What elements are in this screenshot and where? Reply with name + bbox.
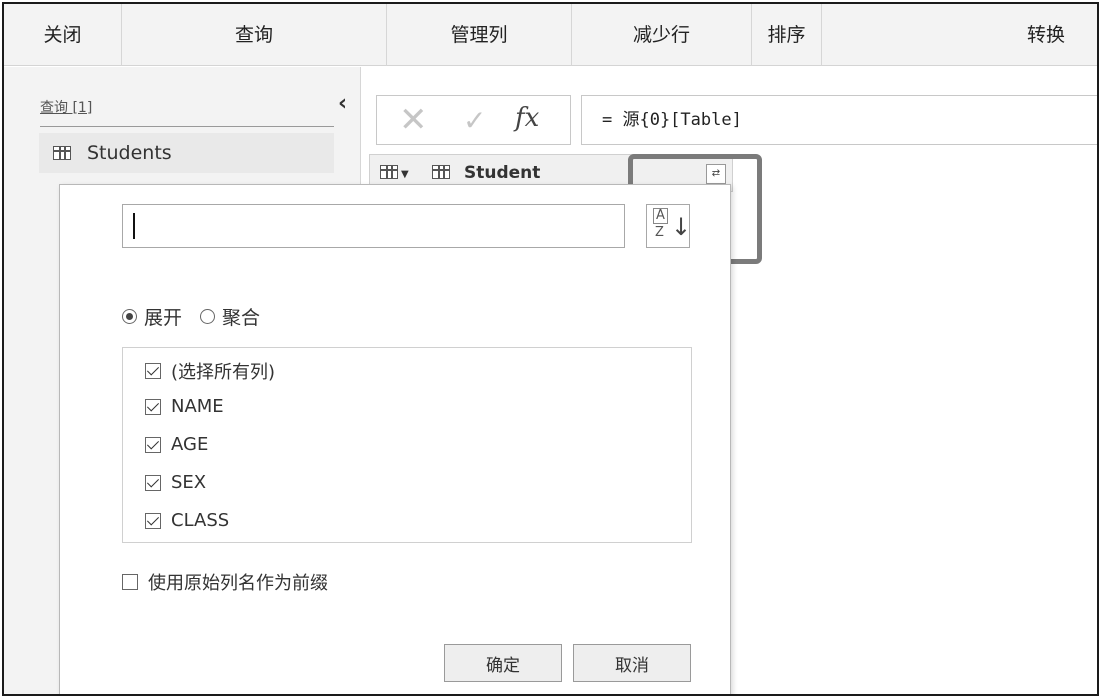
checkbox[interactable] xyxy=(145,436,161,453)
query-item-label: Students xyxy=(87,142,172,164)
checkbox[interactable] xyxy=(145,398,161,415)
checklist-item-age[interactable]: AGE xyxy=(145,434,208,455)
mode-radio-group: 展开 聚合 xyxy=(122,303,260,330)
radio-aggregate-label: 聚合 xyxy=(222,307,261,329)
power-query-editor-window: 关闭 查询 管理列 减少行 排序 转换 查询 [1] ‹ Students ✕ … xyxy=(2,2,1099,696)
ribbon: 关闭 查询 管理列 减少行 排序 转换 xyxy=(4,4,1097,66)
checklist-item-sex[interactable]: SEX xyxy=(145,472,206,493)
chevron-down-icon[interactable]: ▼ xyxy=(401,169,409,180)
checkbox[interactable] xyxy=(145,363,161,379)
checklist-item-select-all[interactable]: (选择所有列) xyxy=(145,358,275,384)
cancel-formula-icon[interactable]: ✕ xyxy=(399,100,428,140)
checklist-item-label: AGE xyxy=(171,434,209,455)
prefix-option[interactable]: 使用原始列名作为前缀 xyxy=(122,569,328,595)
commit-formula-icon[interactable]: ✓ xyxy=(463,104,486,137)
sort-az-button[interactable]: A Z ↓ xyxy=(646,204,692,248)
column-title: Student xyxy=(464,163,541,183)
ok-button[interactable]: 确定 xyxy=(444,644,562,682)
chevron-left-icon[interactable]: ‹ xyxy=(338,91,347,116)
column-search-input[interactable] xyxy=(122,204,625,248)
radio-aggregate[interactable] xyxy=(200,309,216,324)
radio-expand-label: 展开 xyxy=(144,307,183,329)
text-cursor xyxy=(133,213,135,239)
checklist-item-class[interactable]: CLASS xyxy=(145,510,229,531)
formula-bar-controls: ✕ ✓ fx xyxy=(376,95,571,145)
ribbon-group-transform[interactable]: 转换 xyxy=(822,4,1097,66)
checkbox[interactable] xyxy=(145,474,161,491)
prefix-label: 使用原始列名作为前缀 xyxy=(148,573,328,594)
table-icon xyxy=(432,165,450,179)
ribbon-group-query[interactable]: 查询 xyxy=(122,4,387,66)
down-arrow-icon: ↓ xyxy=(671,213,692,241)
cancel-button[interactable]: 取消 xyxy=(573,644,691,682)
query-item-students[interactable]: Students xyxy=(39,133,334,173)
ribbon-group-reduce-rows[interactable]: 减少行 xyxy=(572,4,752,66)
queries-pane-title: 查询 [1] xyxy=(40,100,93,116)
checklist-item-label: SEX xyxy=(171,472,207,493)
column-checklist: (选择所有列) NAME AGE SEX CLASS xyxy=(122,347,692,543)
checklist-item-label: NAME xyxy=(171,396,224,417)
formula-input[interactable]: = 源{0}[Table] xyxy=(581,95,1097,145)
sort-az-icon: A xyxy=(653,208,668,224)
table-icon xyxy=(53,146,71,160)
ribbon-group-sort[interactable]: 排序 xyxy=(752,4,822,66)
ribbon-group-close[interactable]: 关闭 xyxy=(4,4,122,66)
table-menu-icon[interactable] xyxy=(380,165,398,179)
checklist-item-label: CLASS xyxy=(171,510,230,531)
checklist-item-label: (选择所有列) xyxy=(171,362,276,383)
checkbox[interactable] xyxy=(145,512,161,529)
radio-expand[interactable] xyxy=(122,309,137,324)
checklist-item-name[interactable]: NAME xyxy=(145,396,224,417)
expand-column-panel: A Z ↓ 展开 聚合 (选择所有列) NAME AGE SEX CLASS 使… xyxy=(59,184,731,694)
ribbon-group-manage-columns[interactable]: 管理列 xyxy=(387,4,572,66)
fx-icon[interactable]: fx xyxy=(515,103,539,133)
queries-divider xyxy=(40,126,334,127)
prefix-checkbox[interactable] xyxy=(122,574,138,590)
